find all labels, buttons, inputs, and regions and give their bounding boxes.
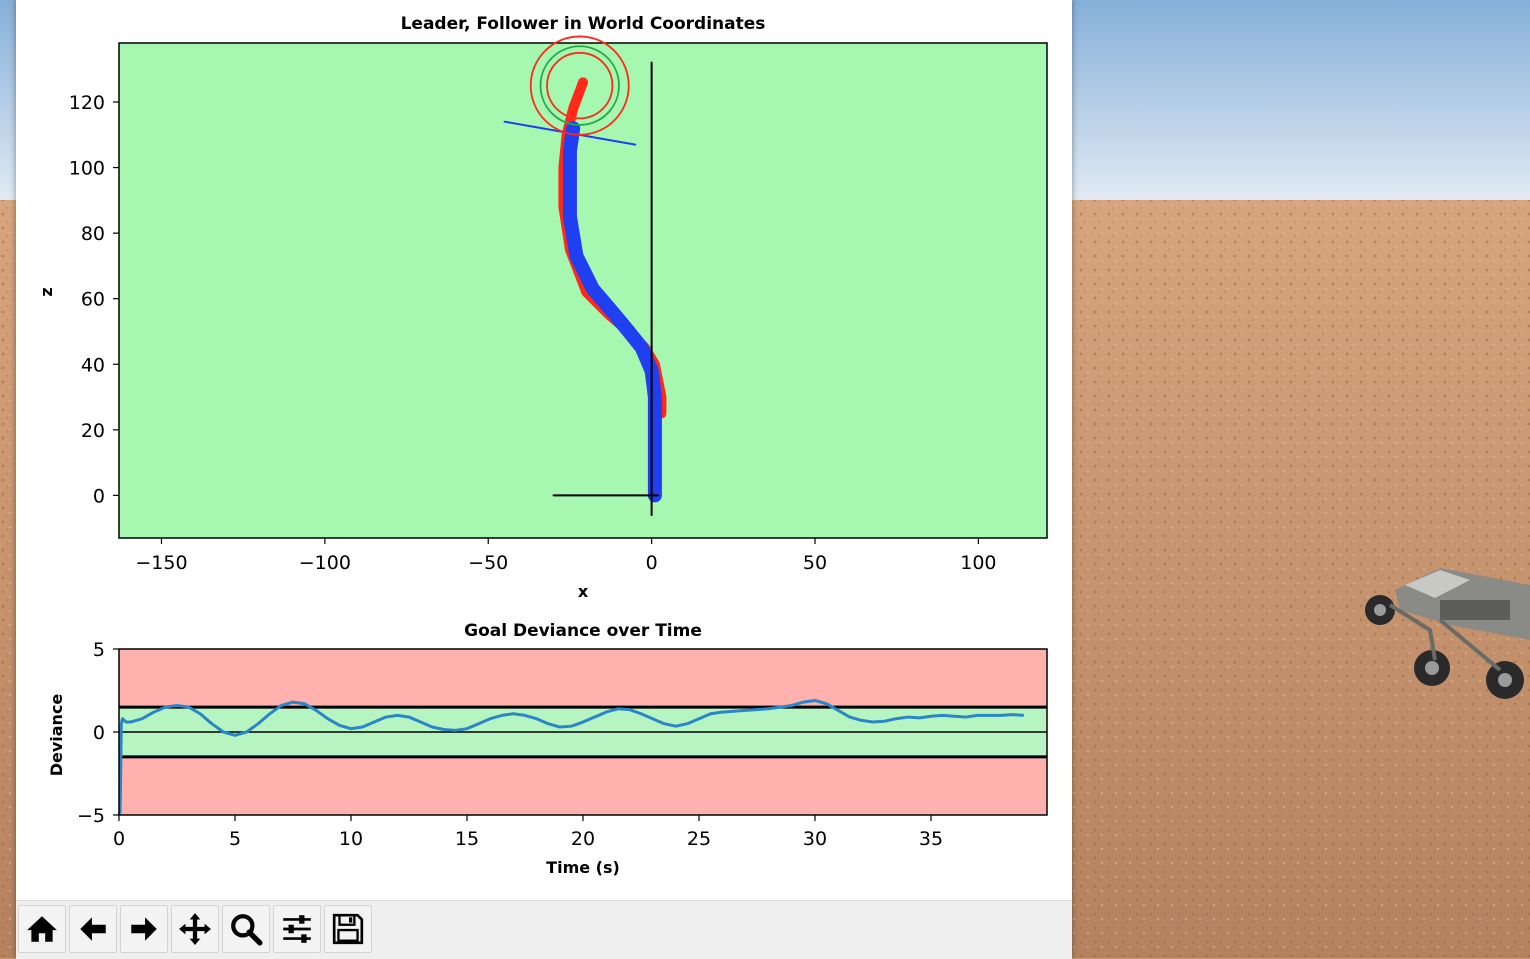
y-tick-label: 120 xyxy=(69,92,105,114)
y-tick-label: 5 xyxy=(93,639,105,661)
bottom-plot-xlabel: Time (s) xyxy=(546,858,620,877)
x-tick-label: 35 xyxy=(919,828,943,850)
top-plot-title: Leader, Follower in World Coordinates xyxy=(401,14,766,34)
sliders-icon xyxy=(283,915,311,943)
y-tick-label: 60 xyxy=(81,289,105,311)
y-tick-label: 40 xyxy=(81,354,105,376)
save-button[interactable] xyxy=(324,905,372,953)
x-tick-label: 25 xyxy=(687,828,711,850)
x-tick-label: −150 xyxy=(135,552,187,574)
navigation-toolbar xyxy=(16,900,1072,959)
home-icon xyxy=(27,916,57,942)
x-tick-label: −50 xyxy=(468,552,508,574)
x-tick-label: 5 xyxy=(229,828,241,850)
top-plot-xlabel: x xyxy=(578,582,589,601)
forward-button[interactable] xyxy=(120,905,168,953)
configure-subplots-button[interactable] xyxy=(273,905,321,953)
arrow-left-icon xyxy=(80,917,106,941)
x-tick-label: 30 xyxy=(803,828,827,850)
x-tick-label: 20 xyxy=(571,828,595,850)
x-tick-label: 0 xyxy=(113,828,125,850)
home-button[interactable] xyxy=(18,905,66,953)
y-tick-label: 20 xyxy=(81,420,105,442)
x-tick-label: 10 xyxy=(339,828,363,850)
y-tick-label: 0 xyxy=(93,485,105,507)
move-icon xyxy=(179,913,211,945)
arrow-right-icon xyxy=(131,917,157,941)
zoom-button[interactable] xyxy=(222,905,270,953)
pan-button[interactable] xyxy=(171,905,219,953)
y-tick-label: 100 xyxy=(69,158,105,180)
y-tick-label: 80 xyxy=(81,223,105,245)
y-tick-label: 0 xyxy=(93,722,105,744)
x-tick-label: 100 xyxy=(960,552,996,574)
x-tick-label: 50 xyxy=(803,552,827,574)
x-tick-label: 15 xyxy=(455,828,479,850)
back-button[interactable] xyxy=(69,905,117,953)
x-tick-label: −100 xyxy=(299,552,351,574)
bottom-plot-ylabel: Deviance xyxy=(47,694,66,777)
y-tick-label: −5 xyxy=(77,805,105,827)
figure-canvas: Leader, Follower in World Coordinates −1… xyxy=(37,14,1048,877)
x-tick-label: 0 xyxy=(646,552,658,574)
magnifier-icon xyxy=(231,914,263,946)
floppy-disk-icon xyxy=(332,913,364,945)
bottom-plot-title: Goal Deviance over Time xyxy=(464,621,702,641)
top-plot-ylabel: z xyxy=(37,287,56,296)
matplotlib-figure-window: Leader, Follower in World Coordinates −1… xyxy=(16,0,1072,959)
